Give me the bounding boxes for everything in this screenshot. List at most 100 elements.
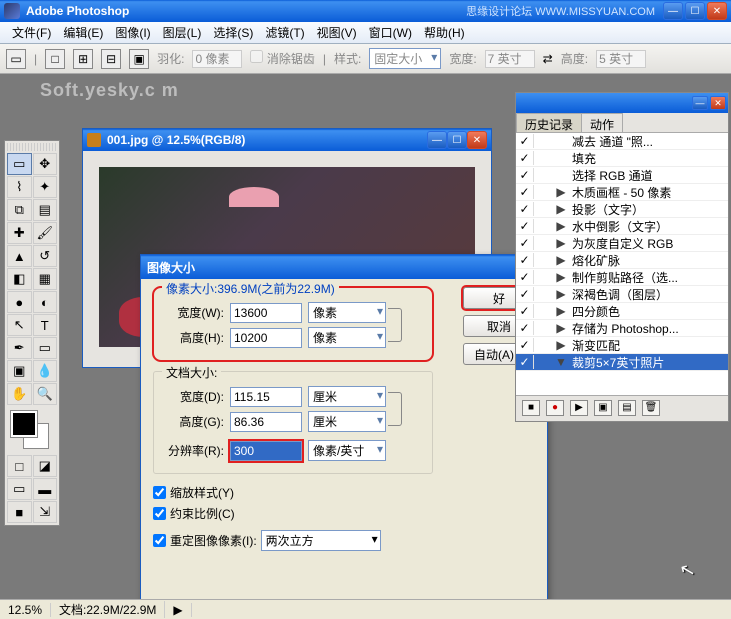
height-doc-input[interactable] [230,412,302,432]
crop-tool-icon[interactable]: ⧉ [7,199,32,221]
toolbox-grip[interactable] [7,143,57,151]
color-swatches[interactable] [7,409,57,453]
close-button[interactable]: ✕ [707,2,727,20]
type-tool-icon[interactable]: T [33,314,58,336]
width-doc-unit[interactable]: 厘米 [308,386,386,407]
status-menu-icon[interactable]: ▶ [165,603,191,617]
menu-window[interactable]: 窗口(W) [363,22,418,43]
resample-check[interactable]: 重定图像像素(I): [153,532,257,549]
minimize-button[interactable]: — [663,2,683,20]
width-doc-input[interactable] [230,387,302,407]
dialog-titlebar[interactable]: 图像大小 ✕ [141,255,547,279]
resample-dropdown[interactable]: 两次立方 [261,530,381,551]
menu-layer[interactable]: 图层(L) [157,22,208,43]
panel-close-button[interactable]: ✕ [710,96,726,110]
width-px-unit[interactable]: 像素 [308,302,386,323]
imageready-icon[interactable]: ⇲ [33,501,58,523]
intersect-selection-icon[interactable]: ▣ [129,49,149,69]
action-row[interactable]: ✓▼裁剪5×7英寸照片 [516,354,728,371]
eraser-tool-icon[interactable]: ◧ [7,268,32,290]
gradient-tool-icon[interactable]: ▦ [33,268,58,290]
width-px-input[interactable] [230,303,302,323]
shape-tool-icon[interactable]: ▭ [33,337,58,359]
new-action-icon[interactable]: ▤ [618,400,636,416]
play-icon[interactable]: ▶ [570,400,588,416]
screen-mode-3-icon[interactable]: ■ [7,501,32,523]
path-tool-icon[interactable]: ↖ [7,314,32,336]
slice-tool-icon[interactable]: ▤ [33,199,58,221]
doc-close-button[interactable]: ✕ [467,131,487,149]
tab-history[interactable]: 历史记录 [516,113,582,132]
swap-icon[interactable]: ⇄ [543,52,553,66]
action-row[interactable]: ✓▶深褐色调（图层） [516,286,728,303]
dodge-tool-icon[interactable]: ◐ [33,291,58,313]
new-set-icon[interactable]: ▣ [594,400,612,416]
brush-tool-icon[interactable]: 🖌 [33,222,58,244]
action-row[interactable]: ✓▶熔化矿脉 [516,252,728,269]
scale-styles-check[interactable]: 缩放样式(Y) [153,484,535,501]
action-row[interactable]: ✓▶投影（文字） [516,201,728,218]
marquee-preset-icon[interactable]: ▭ [6,49,26,69]
resolution-unit[interactable]: 像素/英寸 [308,440,386,461]
marquee-tool-icon[interactable]: ▭ [7,153,32,175]
action-row[interactable]: ✓填充 [516,150,728,167]
subtract-selection-icon[interactable]: ⊟ [101,49,121,69]
constrain-check[interactable]: 约束比例(C) [153,505,535,522]
resolution-input[interactable] [230,441,302,461]
pen-tool-icon[interactable]: ✒ [7,337,32,359]
menu-select[interactable]: 选择(S) [207,22,259,43]
new-selection-icon[interactable]: □ [45,49,65,69]
quickmask-mode-icon[interactable]: ◪ [33,455,58,477]
feather-input[interactable] [192,50,242,68]
add-selection-icon[interactable]: ⊞ [73,49,93,69]
height-input[interactable] [596,50,646,68]
height-doc-unit[interactable]: 厘米 [308,411,386,432]
hand-tool-icon[interactable]: ✋ [7,383,32,405]
blur-tool-icon[interactable]: ● [7,291,32,313]
trash-icon[interactable]: 🗑 [642,400,660,416]
fg-color-swatch[interactable] [11,411,37,437]
action-row[interactable]: ✓▶水中倒影（文字） [516,218,728,235]
action-row[interactable]: ✓▶制作剪贴路径（选... [516,269,728,286]
height-px-unit[interactable]: 像素 [308,327,386,348]
menu-help[interactable]: 帮助(H) [418,22,471,43]
actions-list[interactable]: ✓减去 通道 "照...✓填充✓选择 RGB 通道✓▶木质画框 - 50 像素✓… [516,133,728,395]
stop-icon[interactable]: ■ [522,400,540,416]
heal-tool-icon[interactable]: ✚ [7,222,32,244]
menu-view[interactable]: 视图(V) [311,22,363,43]
document-titlebar[interactable]: 001.jpg @ 12.5%(RGB/8) — ☐ ✕ [83,129,491,151]
action-row[interactable]: ✓▶为灰度自定义 RGB [516,235,728,252]
stamp-tool-icon[interactable]: ▲ [7,245,32,267]
screen-mode-1-icon[interactable]: ▭ [7,478,32,500]
action-row[interactable]: ✓▶木质画框 - 50 像素 [516,184,728,201]
doc-maximize-button[interactable]: ☐ [447,131,467,149]
record-icon[interactable]: ● [546,400,564,416]
doc-minimize-button[interactable]: — [427,131,447,149]
panel-titlebar[interactable]: — ✕ [516,93,728,113]
wand-tool-icon[interactable]: ✦ [33,176,58,198]
lasso-tool-icon[interactable]: ⌇ [7,176,32,198]
history-brush-icon[interactable]: ↺ [33,245,58,267]
move-tool-icon[interactable]: ✥ [33,153,58,175]
menu-file[interactable]: 文件(F) [6,22,57,43]
action-row[interactable]: ✓减去 通道 "照... [516,133,728,150]
tab-actions[interactable]: 动作 [581,113,623,132]
maximize-button[interactable]: ☐ [685,2,705,20]
menu-edit[interactable]: 编辑(E) [57,22,109,43]
action-row[interactable]: ✓▶存储为 Photoshop... [516,320,728,337]
zoom-tool-icon[interactable]: 🔍 [33,383,58,405]
action-row[interactable]: ✓▶渐变匹配 [516,337,728,354]
action-row[interactable]: ✓▶四分颜色 [516,303,728,320]
menu-filter[interactable]: 滤镜(T) [259,22,310,43]
action-row[interactable]: ✓选择 RGB 通道 [516,167,728,184]
menu-image[interactable]: 图像(I) [109,22,156,43]
notes-tool-icon[interactable]: ▣ [7,360,32,382]
width-input[interactable] [485,50,535,68]
zoom-status[interactable]: 12.5% [0,603,51,617]
standard-mode-icon[interactable]: □ [7,455,32,477]
screen-mode-2-icon[interactable]: ▬ [33,478,58,500]
eyedropper-tool-icon[interactable]: 💧 [33,360,58,382]
height-px-input[interactable] [230,328,302,348]
panel-minimize-button[interactable]: — [692,96,708,110]
style-dropdown[interactable]: 固定大小 [369,48,441,69]
